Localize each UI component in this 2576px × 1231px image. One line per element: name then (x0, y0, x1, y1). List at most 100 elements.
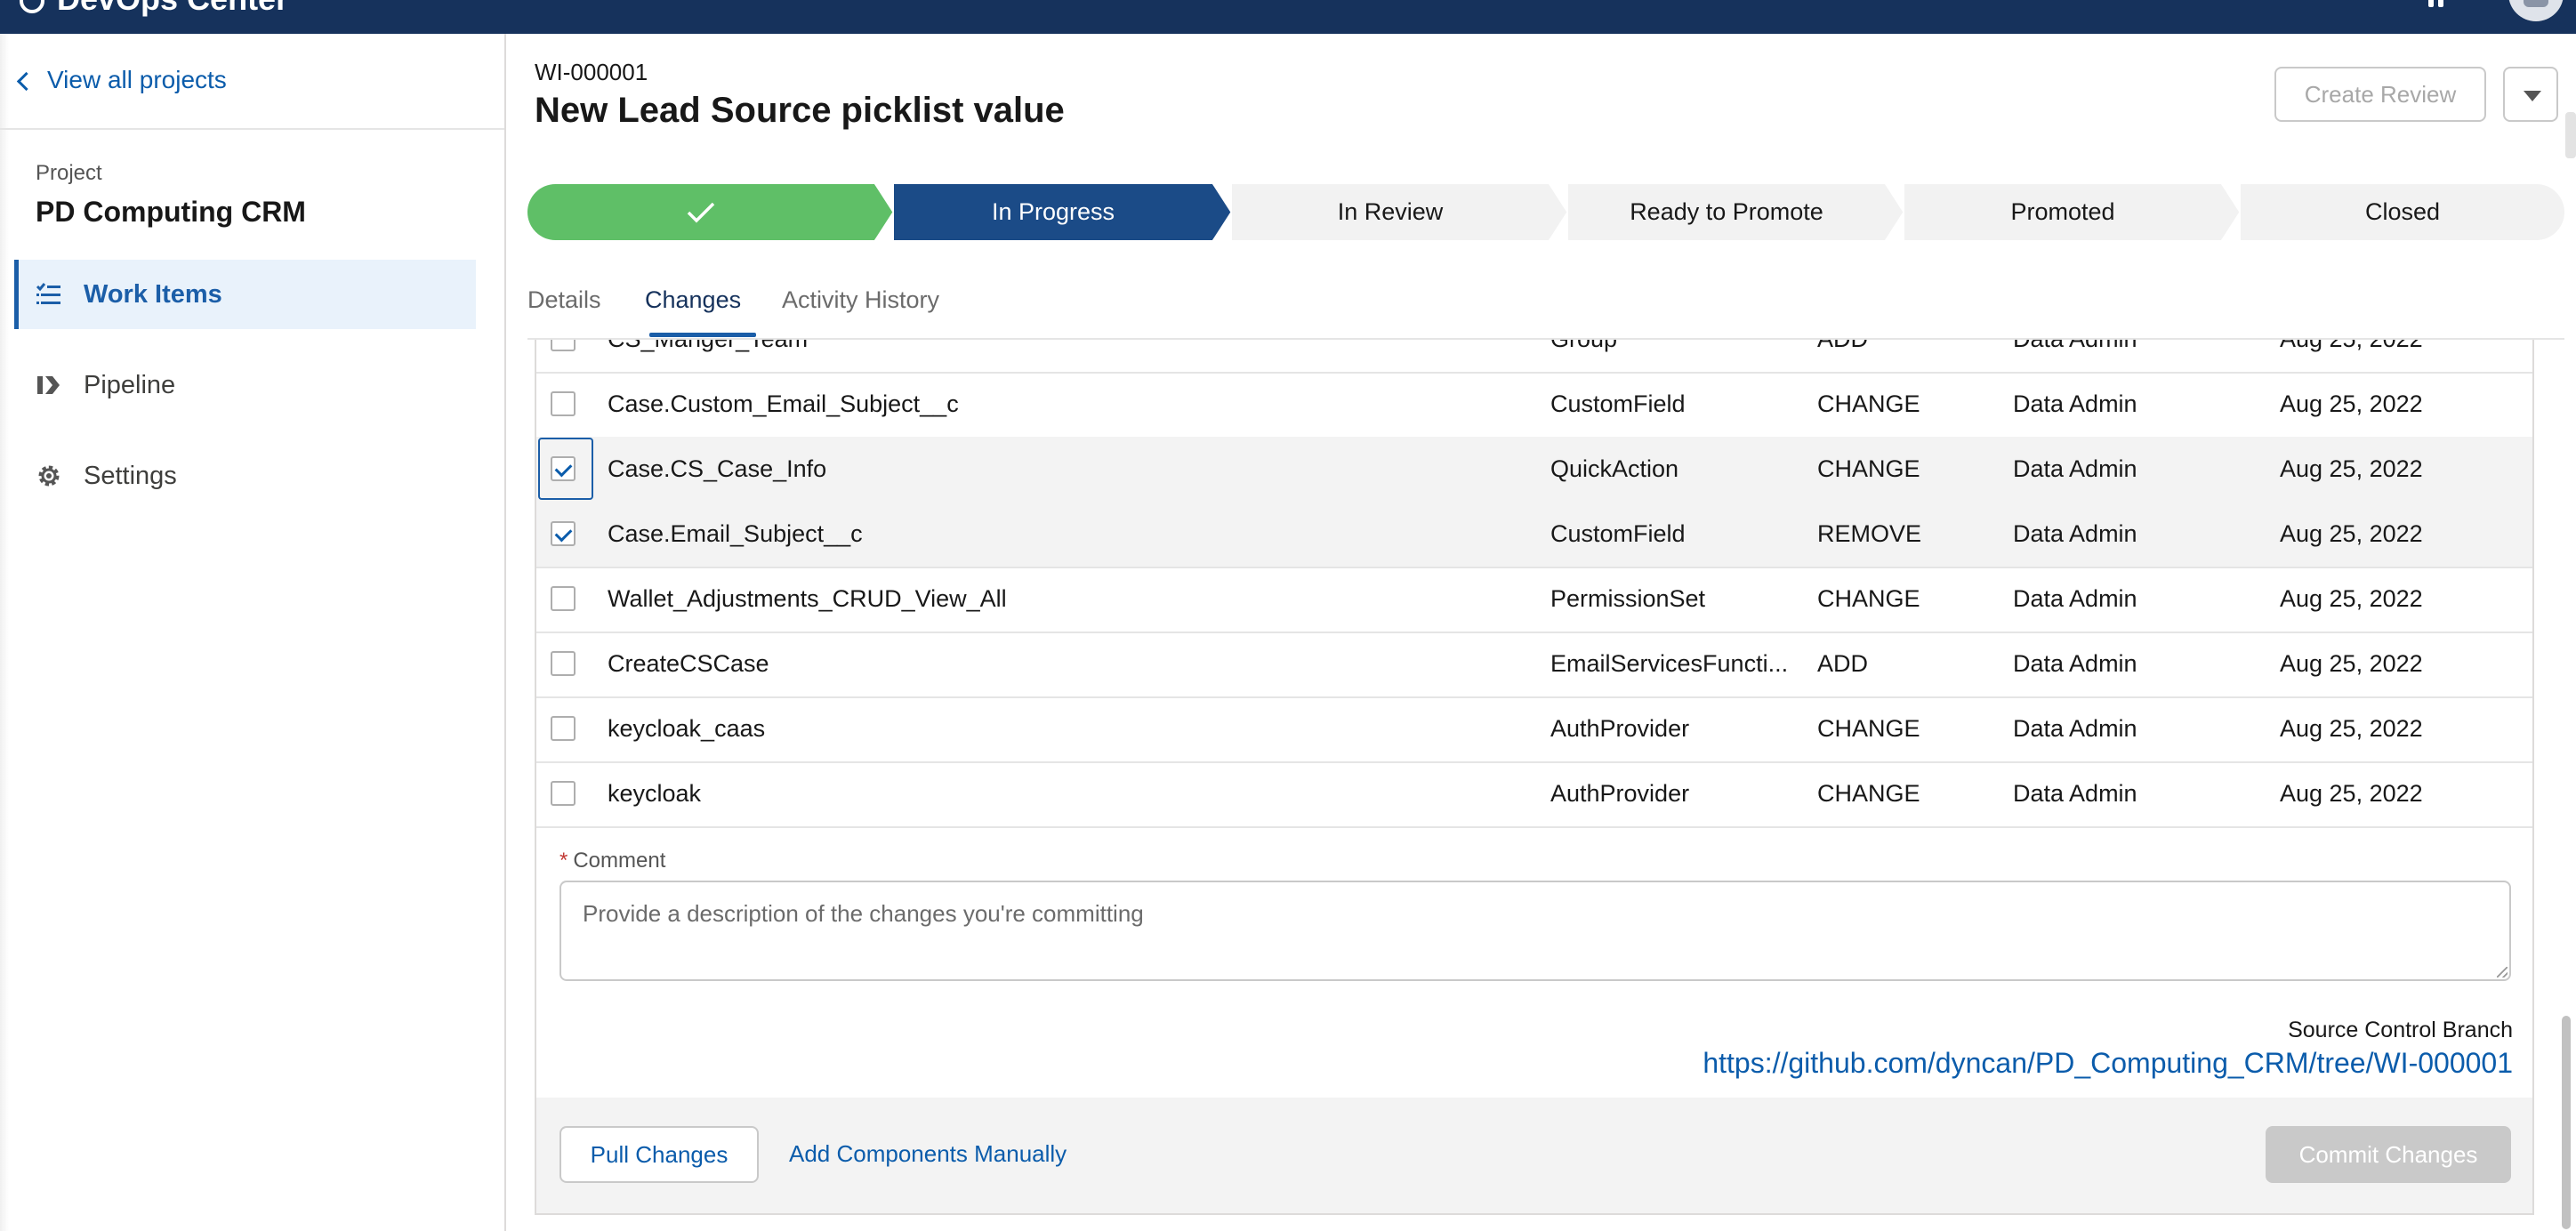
change-date-cell: Aug 25, 2022 (2280, 650, 2423, 677)
sidebar-divider (0, 128, 504, 130)
change-type-cell: AuthProvider (1550, 715, 1690, 742)
path-step-promoted[interactable]: Promoted (1904, 184, 2221, 240)
gear-icon (36, 463, 62, 489)
view-all-projects-link[interactable]: View all projects (16, 66, 227, 94)
comment-label: * Comment (559, 849, 666, 873)
change-operation-cell: CHANGE (1817, 780, 1920, 807)
app-brand: DevOps Center (20, 0, 288, 18)
avatar[interactable] (2508, 0, 2564, 21)
page-scrollbar[interactable] (2556, 340, 2576, 1231)
row-checkbox[interactable] (551, 521, 576, 546)
create-review-button[interactable]: Create Review (2274, 67, 2486, 122)
row-checkbox[interactable] (551, 391, 576, 416)
add-components-manually-link[interactable]: Add Components Manually (789, 1140, 1067, 1168)
sidebar-item-label: Settings (84, 461, 177, 490)
table-row[interactable]: CS_Manger_TeamGroup ADD Data Admin Aug 25, … (536, 340, 2532, 374)
row-checkbox[interactable] (551, 781, 576, 806)
change-date-cell: Aug 25, 2022 (2280, 585, 2423, 612)
path-step-label: In Review (1337, 198, 1444, 225)
change-date-cell: Aug 25, 2022 (2280, 520, 2423, 547)
change-operation-cell: CHANGE (1817, 390, 1920, 417)
row-checkbox[interactable] (551, 716, 576, 741)
changes-panel: CS_Manger_TeamGroup ADD Data Admin Aug 25, … (535, 340, 2534, 1215)
resize-handle-icon[interactable] (2497, 967, 2508, 978)
commit-changes-button[interactable]: Commit Changes (2266, 1126, 2511, 1183)
change-operation-cell: ADD (1817, 650, 1869, 677)
actions-dropdown-button[interactable] (2503, 67, 2558, 122)
change-modified-by-cell: Data Admin (2013, 520, 2137, 547)
change-modified-by-cell: Data Admin (2013, 650, 2137, 677)
path-step-in-review[interactable]: In Review (1232, 184, 1549, 240)
check-icon (687, 202, 715, 222)
change-name-cell: Case.Custom_Email_Subject__c (608, 390, 959, 417)
table-row[interactable]: keycloak AuthProvider CHANGE Data Admin Aug … (536, 761, 2532, 828)
row-checkbox[interactable] (551, 651, 576, 676)
change-modified-by-cell: Data Admin (2013, 390, 2137, 417)
change-name-cell: Case.Email_Subject__c (608, 520, 863, 547)
change-date-cell: Aug 25, 2022 (2280, 455, 2423, 482)
scrollbar-thumb[interactable] (2562, 1016, 2571, 1229)
change-type-cell: QuickAction (1550, 455, 1679, 482)
sidebar-item-pipeline[interactable]: Pipeline (14, 350, 476, 420)
path-step-label: Promoted (2010, 198, 2115, 225)
row-checkbox[interactable] (551, 340, 576, 351)
sidebar-item-label: Work Items (84, 279, 222, 309)
tab-changes[interactable]: Changes (645, 286, 741, 314)
change-modified-by-cell: Data Admin (2013, 455, 2137, 482)
project-name: PD Computing CRM (36, 196, 306, 228)
change-date-cell: Aug 25, 2022 (2280, 340, 2511, 372)
change-date-cell: Aug 25, 2022 (2280, 715, 2423, 742)
path-step-label: In Progress (991, 198, 1115, 225)
table-row[interactable]: Case.CS_Case_Info QuickAction CHANGE Data A… (536, 437, 2532, 503)
change-type-cell: CustomField (1550, 520, 1686, 547)
path-step-ready-to-promote[interactable]: Ready to Promote (1568, 184, 1885, 240)
row-checkbox[interactable] (551, 586, 576, 611)
table-row[interactable]: CreateCSCase EmailServicesFuncti... ADD Dat… (536, 632, 2532, 698)
devops-center-logo-icon (20, 0, 44, 14)
source-control-branch-label: Source Control Branch (2288, 1018, 2513, 1042)
change-name-cell: Wallet_Adjustments_CRUD_View_All (608, 585, 1007, 612)
change-name-cell: Case.CS_Case_Info (608, 455, 827, 482)
change-operation-cell: REMOVE (1817, 520, 1922, 547)
waffle-icon[interactable] (2428, 0, 2451, 12)
change-name-cell: CS_Manger_Team (608, 340, 1542, 372)
source-control-branch-link[interactable]: https://github.com/dyncan/PD_Computing_C… (1703, 1047, 2513, 1080)
change-operation-cell: CHANGE (1817, 715, 1920, 742)
project-label: Project (36, 161, 102, 185)
change-operation-cell: ADD (1817, 340, 2004, 372)
path-step-in-progress[interactable]: In Progress (894, 184, 1212, 240)
tab-activity-history[interactable]: Activity History (782, 286, 939, 314)
change-operation-cell: CHANGE (1817, 585, 1920, 612)
change-operation-cell: CHANGE (1817, 455, 1920, 482)
change-modified-by-cell: Data Admin (2013, 585, 2137, 612)
change-modified-by-cell: Data Admin (2013, 715, 2137, 742)
comment-field[interactable] (559, 881, 2511, 981)
chevron-down-icon (2524, 91, 2541, 101)
global-header: DevOps Center (0, 0, 2576, 34)
change-type-cell: Group (1550, 340, 1808, 372)
change-date-cell: Aug 25, 2022 (2280, 390, 2423, 417)
page-title: New Lead Source picklist value (535, 91, 1065, 130)
work-item-id: WI-000001 (535, 59, 648, 85)
checkbox-focus-ring (538, 438, 593, 500)
table-row[interactable]: keycloak_caas AuthProvider CHANGE Data Admi… (536, 696, 2532, 763)
list-icon (36, 281, 62, 308)
path-step-label: Ready to Promote (1630, 198, 1823, 225)
pipeline-icon (36, 372, 62, 398)
sidebar: View all projects Project PD Computing C… (0, 34, 506, 1231)
change-modified-by-cell: Data Admin (2013, 780, 2137, 807)
change-type-cell: CustomField (1550, 390, 1686, 417)
table-row[interactable]: Case.Email_Subject__c CustomField REMOVE Da… (536, 502, 2532, 568)
change-name-cell: CreateCSCase (608, 650, 769, 677)
sidebar-item-settings[interactable]: Settings (14, 441, 476, 511)
path-step-closed[interactable]: Closed (2241, 184, 2564, 240)
change-modified-by-cell: Data Admin (2013, 340, 2262, 372)
sidebar-item-work-items[interactable]: Work Items (14, 260, 476, 329)
table-row[interactable]: Wallet_Adjustments_CRUD_View_All Permissi… (536, 567, 2532, 633)
change-date-cell: Aug 25, 2022 (2280, 780, 2423, 807)
tab-details[interactable]: Details (527, 286, 601, 314)
pull-changes-button[interactable]: Pull Changes (559, 1126, 759, 1183)
status-path: In Progress In Review Ready to Promote P… (527, 184, 2564, 240)
table-row[interactable]: Case.Custom_Email_Subject__c CustomField C… (536, 372, 2532, 438)
path-step-complete[interactable] (527, 184, 874, 240)
